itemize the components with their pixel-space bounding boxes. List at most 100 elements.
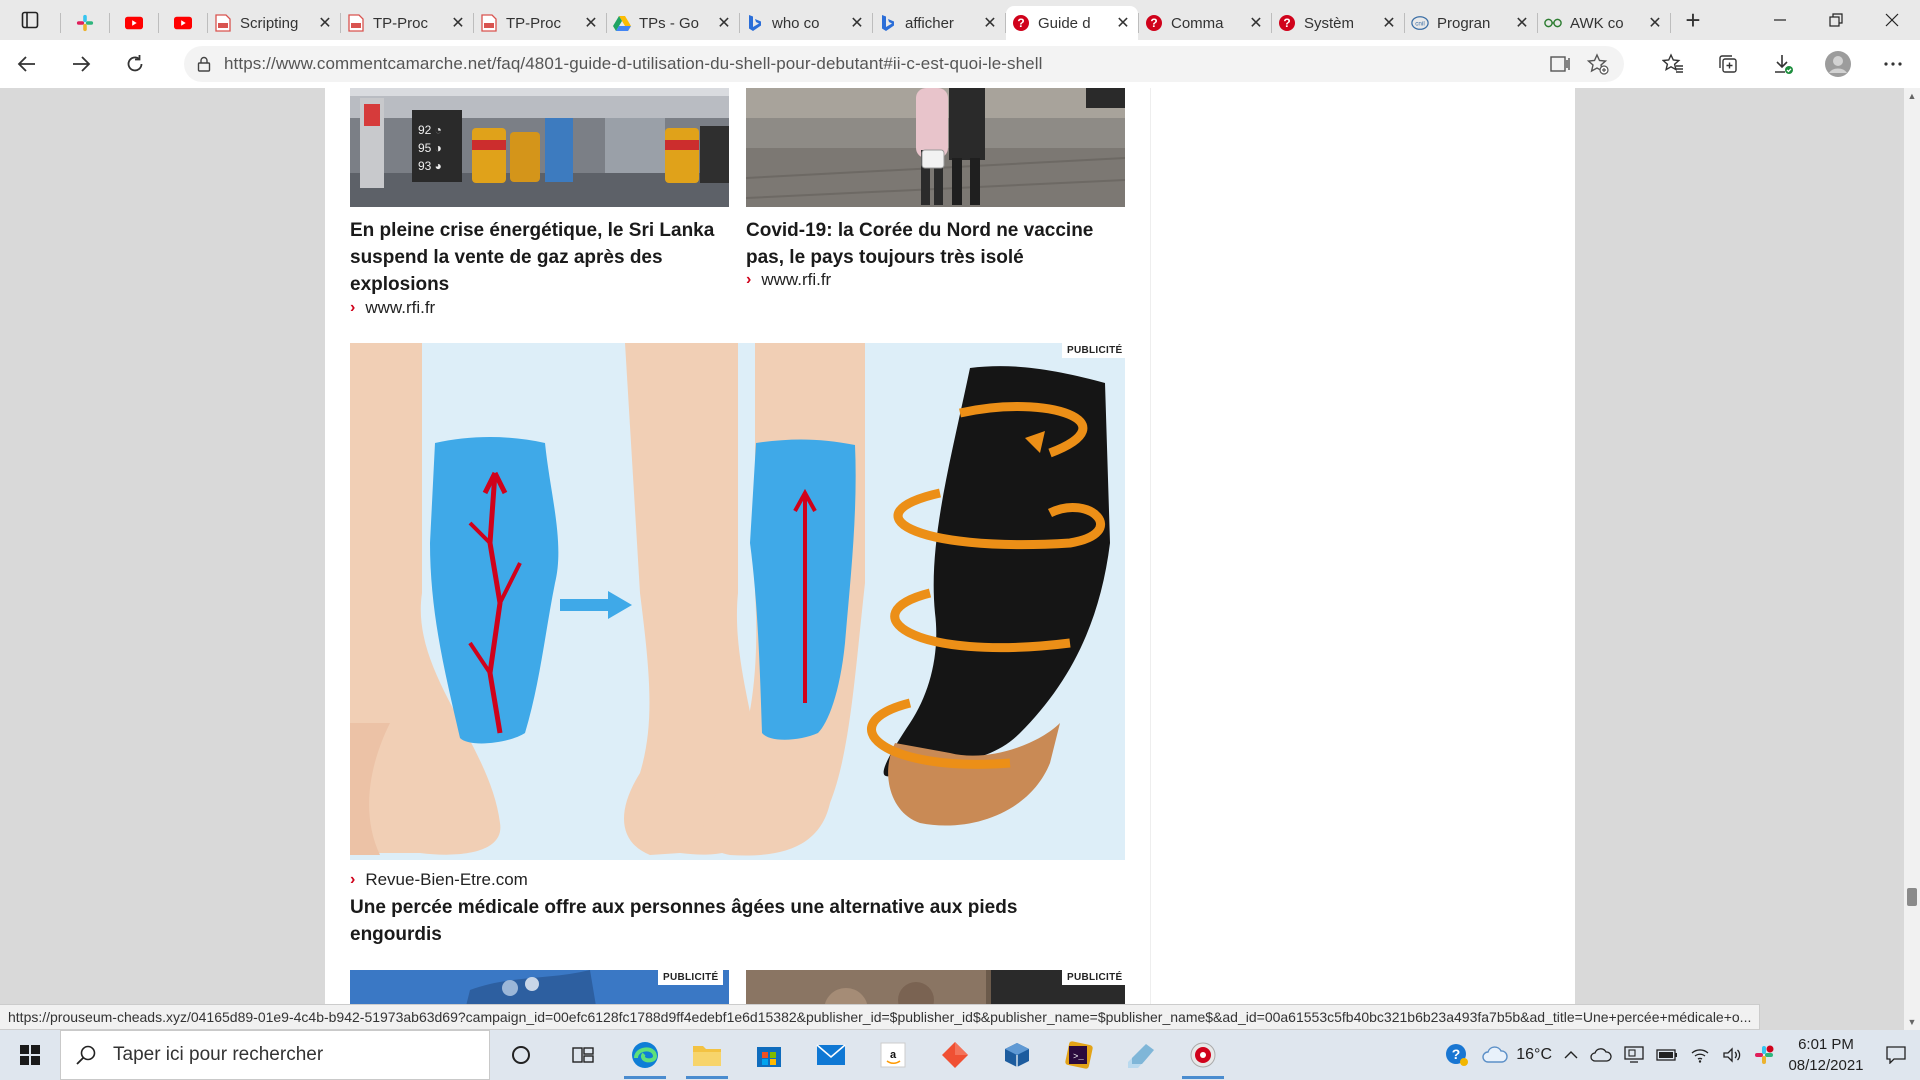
mail-icon[interactable] [800,1030,862,1080]
news-image-north-korea-street[interactable] [746,88,1125,207]
news-card-title-right[interactable]: Covid-19: la Corée du Nord ne vaccine pa… [746,217,1126,271]
news-image-gas-station[interactable]: 92 ◔ 95 ◑ 93 ◕ [350,88,729,207]
address-bar[interactable]: https://www.commentcamarche.net/faq/4801… [184,46,1624,82]
close-tab-icon[interactable]: ✕ [1114,14,1132,32]
more-options-icon [1883,62,1902,66]
browser-tab[interactable]: who co ✕ [740,6,872,40]
tab-actions-button[interactable] [0,0,60,40]
close-tab-icon[interactable]: ✕ [1646,14,1664,32]
collections-button[interactable] [1700,40,1755,88]
close-tab-icon[interactable]: ✕ [715,14,733,32]
back-button[interactable] [0,40,54,88]
volume-icon[interactable] [1716,1030,1748,1080]
clock-time: 6:01 PM [1798,1036,1854,1053]
browser-tab[interactable] [110,6,158,40]
wifi-icon[interactable] [1684,1030,1716,1080]
browser-tab[interactable]: AWK co ✕ [1538,6,1670,40]
taskbar-clock[interactable]: 6:01 PM 08/12/2021 [1780,1034,1872,1076]
news-card-source-right[interactable]: › www.rfi.fr [746,270,831,290]
ad-image-compression-socks[interactable] [350,343,1125,860]
favorites-icon [1661,53,1683,73]
news-card-title-left[interactable]: En pleine crise énergétique, le Sri Lank… [350,217,730,298]
browser-tab[interactable] [159,6,207,40]
youtube-icon [125,14,143,32]
ad-title[interactable]: Une percée médicale offre aux personnes … [350,894,1090,948]
tab-title: who co [772,14,820,32]
forward-button[interactable] [54,40,108,88]
clock-date: 08/12/2021 [1788,1057,1864,1074]
show-hidden-icons-icon[interactable] [1558,1030,1584,1080]
scroll-up-icon[interactable]: ▲ [1904,88,1920,104]
tab-title: Scripting [240,14,299,32]
avatar [1824,51,1851,77]
right-sidebar [1150,88,1575,1030]
browser-tab[interactable]: cnil Progran ✕ [1405,6,1537,40]
store-icon[interactable] [738,1030,800,1080]
close-tab-icon[interactable]: ✕ [1247,14,1265,32]
notifications-button[interactable] [1872,1030,1920,1080]
close-tab-icon[interactable]: ✕ [981,14,999,32]
downloads-button[interactable] [1755,40,1810,88]
close-tab-icon[interactable]: ✕ [582,14,600,32]
help-icon[interactable]: ? [1438,1030,1476,1080]
close-tab-icon[interactable]: ✕ [848,14,866,32]
weather-widget[interactable]: 16°C [1476,1030,1558,1080]
onedrive-icon[interactable] [1584,1030,1618,1080]
restore-button[interactable] [1808,0,1864,40]
drive-icon [613,14,631,32]
minimize-button[interactable] [1752,0,1808,40]
url-text[interactable]: https://www.commentcamarche.net/faq/4801… [224,54,1043,74]
edge-icon[interactable] [614,1030,676,1080]
browser-tab[interactable]: ? Comma ✕ [1139,6,1271,40]
browser-tab[interactable]: afficher ✕ [873,6,1005,40]
ad-source[interactable]: › Revue-Bien-Etre.com [350,870,528,890]
start-button[interactable] [0,1030,60,1080]
git-icon[interactable] [924,1030,986,1080]
notes-icon[interactable] [1110,1030,1172,1080]
scroll-thumb[interactable] [1907,888,1917,906]
refresh-button[interactable] [108,40,162,88]
page-scrollbar[interactable]: ▲ ▼ [1904,88,1920,1030]
svg-text:cnil: cnil [1415,21,1424,28]
chevron-right-icon: › [350,299,356,316]
taskbar-search[interactable]: Taper ici pour rechercher [60,1030,490,1080]
news-card-source-left[interactable]: › www.rfi.fr [350,298,435,318]
add-favorite-icon[interactable] [1586,52,1610,81]
download-icon [1774,55,1793,74]
close-tab-icon[interactable]: ✕ [449,14,467,32]
virtualbox-icon[interactable] [986,1030,1048,1080]
lock-icon[interactable] [184,56,224,72]
display-icon[interactable] [1618,1030,1650,1080]
browser-tab[interactable]: TP-Proc ✕ [341,6,473,40]
browser-tab[interactable]: ? Systèm ✕ [1272,6,1404,40]
browser-tab[interactable]: TP-Proc ✕ [474,6,606,40]
glasses-icon [1544,14,1562,32]
scroll-down-icon[interactable]: ▼ [1904,1014,1920,1030]
close-tab-icon[interactable]: ✕ [1513,14,1531,32]
reader-view-icon[interactable] [1548,52,1572,81]
cortana-icon[interactable] [490,1030,552,1080]
close-window-button[interactable] [1864,0,1920,40]
close-tab-icon[interactable]: ✕ [316,14,334,32]
settings-menu-button[interactable] [1865,40,1920,88]
battery-icon[interactable] [1650,1030,1684,1080]
browser-tab[interactable]: Scripting ✕ [208,6,340,40]
taskbar-apps: a >_ [490,1030,1234,1080]
source-label: Revue-Bien-Etre.com [365,870,528,889]
browser-tab[interactable]: TPs - Go ✕ [607,6,739,40]
ubuntu-terminal-icon[interactable]: >_ [1048,1030,1110,1080]
amazon-icon[interactable]: a [862,1030,924,1080]
close-tab-icon[interactable]: ✕ [1380,14,1398,32]
profile-button[interactable] [1810,40,1865,88]
favorites-button[interactable] [1645,40,1700,88]
slack-tray-icon[interactable] [1748,1030,1780,1080]
browser-tab[interactable]: ? Guide d ✕ [1006,6,1138,40]
page-column: 92 ◔ 95 ◑ 93 ◕ En pleine crise énergétiq… [325,88,1575,1030]
new-tab-button[interactable]: + [1671,0,1715,40]
browser-tab[interactable] [61,6,109,40]
task-view-icon[interactable] [552,1030,614,1080]
pdf-icon [214,14,232,32]
file-explorer-icon[interactable] [676,1030,738,1080]
media-icon[interactable] [1172,1030,1234,1080]
svg-text:?: ? [1150,16,1157,30]
